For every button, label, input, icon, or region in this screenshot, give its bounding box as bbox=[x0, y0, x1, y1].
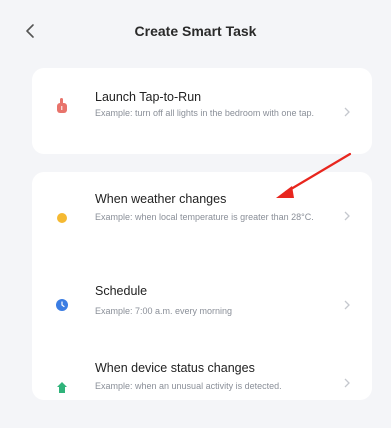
chevron-right-icon bbox=[342, 376, 352, 390]
page-title: Create Smart Task bbox=[134, 23, 257, 39]
chevron-right-icon bbox=[342, 298, 352, 312]
row-title: When weather changes bbox=[95, 192, 227, 206]
list-item-when-weather-changes[interactable]: When weather changes Example: when local… bbox=[32, 172, 372, 254]
sun-icon bbox=[54, 210, 70, 226]
header: Create Smart Task bbox=[0, 0, 391, 64]
list-item-schedule[interactable]: Schedule Example: 7:00 a.m. every mornin… bbox=[32, 254, 372, 320]
row-description: Example: when an unusual activity is det… bbox=[95, 381, 282, 391]
tap-to-run-card: Launch Tap-to-Run Example: turn off all … bbox=[32, 68, 372, 154]
row-title: When device status changes bbox=[95, 361, 255, 375]
automation-card: When weather changes Example: when local… bbox=[32, 172, 372, 400]
list-item-when-device-status-changes[interactable]: When device status changes Example: when… bbox=[32, 320, 372, 400]
chevron-right-icon bbox=[342, 209, 352, 223]
row-title: Launch Tap-to-Run bbox=[95, 90, 202, 104]
row-description: Example: when local temperature is great… bbox=[95, 212, 314, 222]
row-description: Example: 7:00 a.m. every morning bbox=[95, 306, 233, 316]
row-title: Schedule bbox=[95, 284, 148, 298]
hand-tap-icon bbox=[54, 98, 70, 114]
clock-icon bbox=[54, 297, 70, 313]
list-item-launch-tap-to-run[interactable]: Launch Tap-to-Run Example: turn off all … bbox=[32, 68, 372, 154]
row-description: Example: turn off all lights in the bedr… bbox=[95, 108, 314, 118]
device-icon bbox=[54, 380, 70, 396]
chevron-right-icon bbox=[342, 105, 352, 119]
